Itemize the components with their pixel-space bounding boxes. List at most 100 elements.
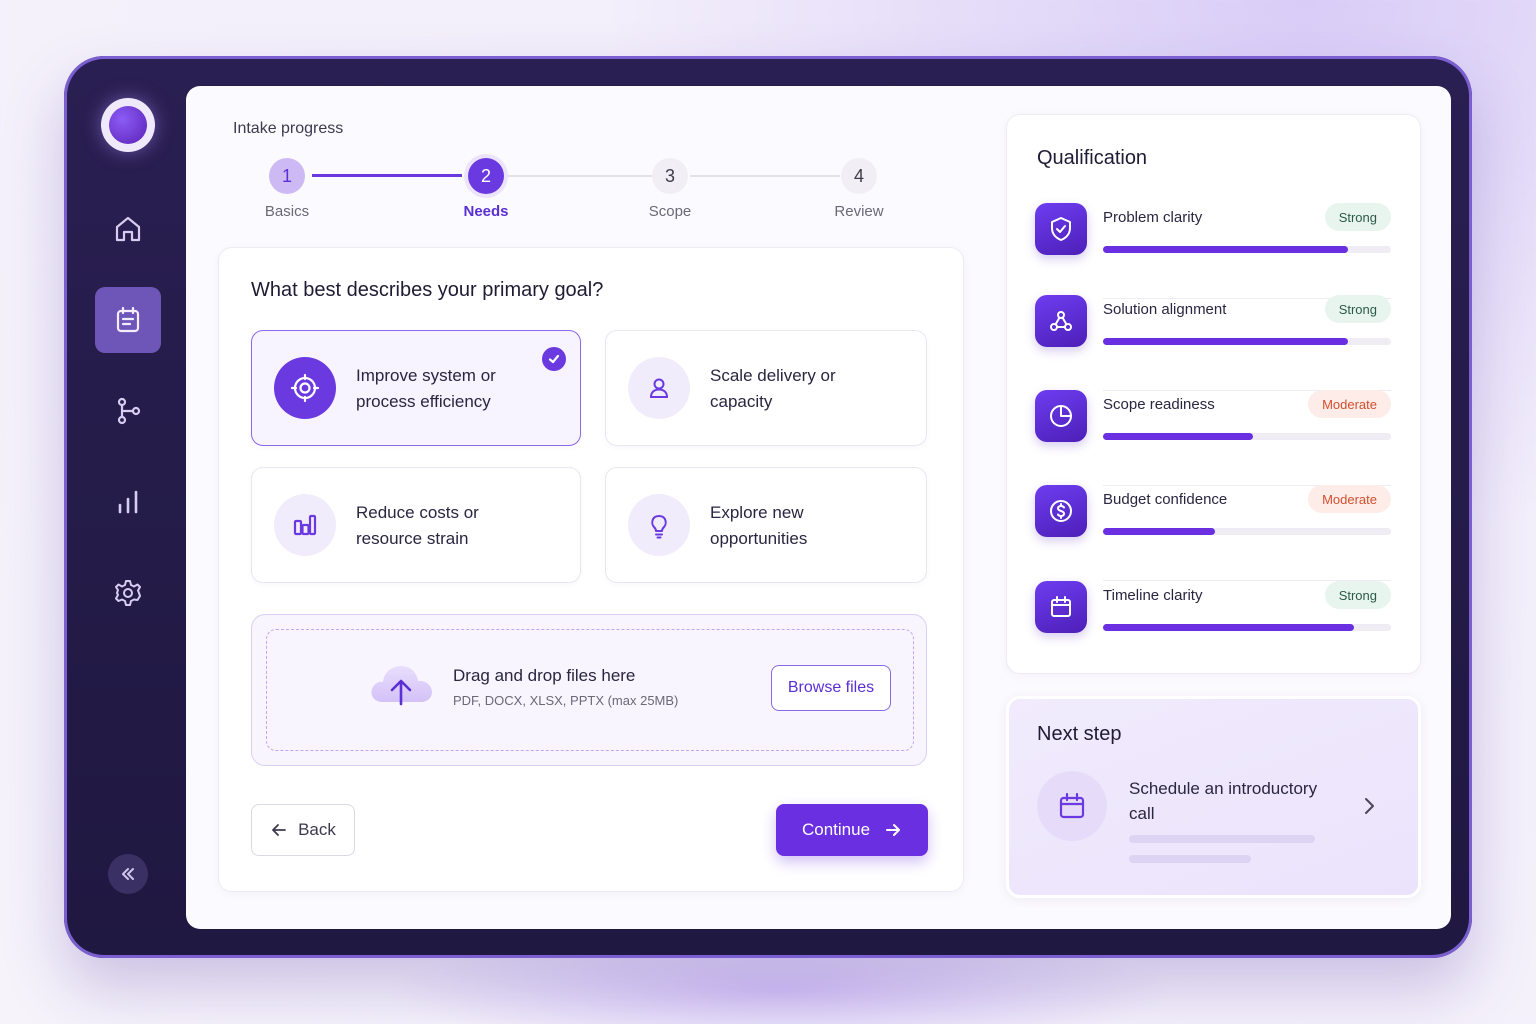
status-badge: Moderate [1308,485,1391,513]
pie-chart-icon [1050,405,1072,427]
qualification-icon-badge [1035,295,1087,347]
status-badge: Strong [1324,581,1391,609]
next-step-action: Schedule an introductory call [1129,779,1318,823]
qualification-label: Scope readiness [1103,396,1215,413]
double-chevron-left-icon [122,868,134,880]
step-2-label: Needs [463,203,509,220]
step-2-circle[interactable]: 2 [468,158,504,194]
status-badge: Strong [1324,203,1391,231]
continue-label: Continue [801,820,871,839]
placeholder-line [1129,855,1251,863]
back-button[interactable]: Back [251,804,355,856]
status-badge: Strong [1324,295,1391,323]
qualification-icon-badge [1035,390,1087,442]
step-connector-1 [312,174,462,177]
qualification-bar-track [1103,624,1391,631]
qualification-row-problem-clarity: Problem clarity Strong [1035,203,1391,299]
nav-settings[interactable] [95,560,161,626]
option-icon-badge [628,494,690,556]
qualification-bar-track [1103,338,1391,345]
step-4-circle[interactable]: 4 [841,158,877,194]
step-connector-3 [690,175,840,177]
continue-button[interactable]: Continue [776,804,928,856]
option-label: Improve system or process efficiency [356,366,496,411]
step-1-label: Basics [264,203,310,220]
step-3-label: Scope [648,203,692,220]
qualification-label: Solution alignment [1103,301,1227,318]
option-explore-opportunities[interactable]: Explore new opportunities [605,467,927,583]
step-1-circle[interactable]: 1 [269,158,305,194]
qualification-bar-track [1103,433,1391,440]
dropzone-title: Drag and drop files here [453,666,636,685]
qualification-row-budget-confidence: Budget confidence Moderate [1035,485,1391,581]
step-4-label: Review [834,203,884,220]
dropzone-file-types: PDF, DOCX, XLSX, PPTX (max 25MB) [453,693,679,708]
qualification-row-solution-alignment: Solution alignment Strong [1035,295,1391,391]
qualification-bar-fill [1103,624,1354,631]
user-icon [649,378,669,398]
target-icon [290,373,320,403]
app-logo[interactable] [101,98,155,152]
qualification-row-timeline-clarity: Timeline clarity Strong [1035,581,1391,677]
option-label: Explore new opportunities [710,503,808,548]
next-step-card[interactable]: Next step Schedule an introductory call [1006,696,1421,898]
option-icon-badge [274,357,336,419]
home-icon [115,216,141,242]
nav-analytics[interactable] [95,469,161,535]
qualification-label: Timeline clarity [1103,587,1203,604]
settings-icon [115,580,141,606]
network-icon [1050,311,1072,331]
check-icon [542,347,566,371]
step-3-circle[interactable]: 3 [652,158,688,194]
arrow-left-icon [272,824,286,836]
option-improve-efficiency[interactable]: Improve system or process efficiency [251,330,581,446]
option-label: Scale delivery or capacity [710,366,836,411]
qualification-icon-badge [1035,203,1087,255]
chevron-right-icon[interactable] [1361,795,1377,817]
next-step-icon-badge [1037,771,1107,841]
intake-icon [116,306,140,333]
nav-intake[interactable] [95,287,161,353]
bar-chart-icon [293,514,317,536]
option-scale-delivery[interactable]: Scale delivery or capacity [605,330,927,446]
qualification-bar-fill [1103,246,1348,253]
placeholder-line [1129,835,1315,843]
progress-title: Intake progress [233,120,344,137]
qualification-bar-fill [1103,338,1348,345]
qualification-bar-fill [1103,433,1253,440]
qualification-bar-track [1103,528,1391,535]
qualification-bar-fill [1103,528,1216,535]
dropzone-dashed-area[interactable]: Drag and drop files here PDF, DOCX, XLSX… [266,629,914,751]
browse-files-button[interactable]: Browse files [771,665,891,711]
option-reduce-costs[interactable]: Reduce costs or resource strain [251,467,581,583]
sidebar [64,56,186,958]
qualification-title: Qualification [1037,147,1148,169]
cloud-upload-icon [371,666,432,706]
qualification-panel: Qualification Problem clarity Strong Sol… [1006,114,1421,674]
main-panel: Intake progress 1 2 3 4 Basics Needs Sco… [186,86,1451,929]
option-icon-badge [628,357,690,419]
status-badge: Moderate [1308,390,1391,418]
step-connector-2 [504,175,652,177]
calendar-icon [1051,596,1071,617]
qualification-icon-badge [1035,581,1087,633]
nav-home[interactable] [95,196,161,262]
file-upload-dropzone[interactable]: Drag and drop files here PDF, DOCX, XLSX… [251,614,927,766]
qualification-label: Problem clarity [1103,209,1203,226]
analytics-icon [118,490,138,514]
lightbulb-icon [651,515,667,539]
qualification-bar-track [1103,246,1391,253]
shield-check-icon [1051,217,1071,241]
collapse-sidebar-button[interactable] [108,854,148,894]
option-label: Reduce costs or resource strain [356,503,479,548]
qualification-row-scope-readiness: Scope readiness Moderate [1035,390,1391,486]
workflow-icon [117,397,141,425]
logo-orb [109,106,147,144]
qualification-icon-badge [1035,485,1087,537]
goal-question-card: What best describes your primary goal? I… [218,247,964,892]
next-step-title: Next step [1037,723,1122,745]
question-title: What best describes your primary goal? [251,279,604,301]
arrow-right-icon [886,824,901,836]
nav-workflow[interactable] [95,378,161,444]
option-icon-badge [274,494,336,556]
